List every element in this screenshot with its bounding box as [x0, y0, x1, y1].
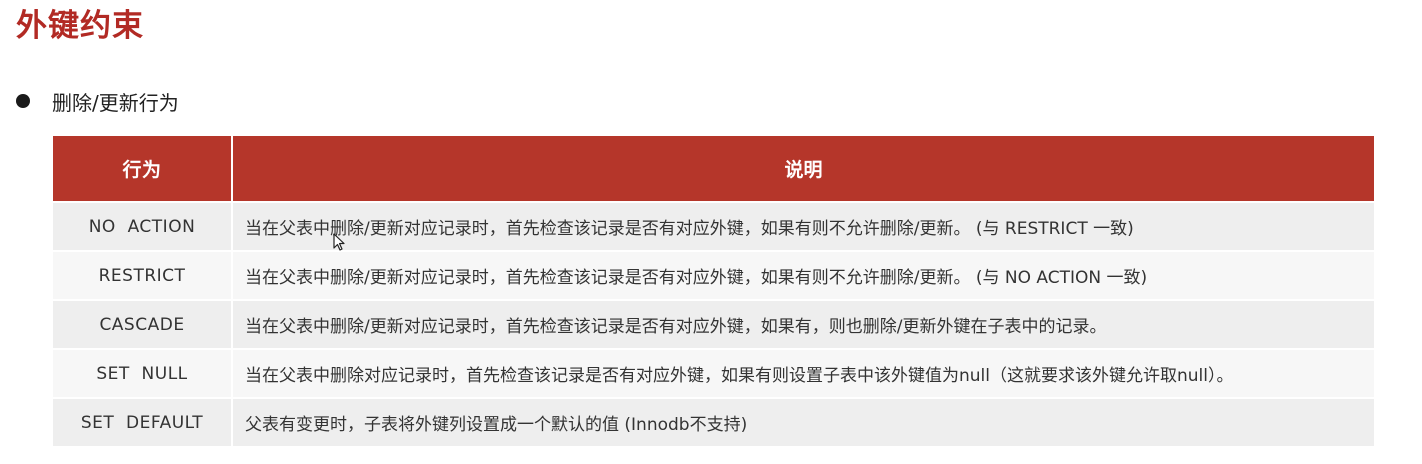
- bullet-item: 删除/更新行为: [16, 86, 179, 116]
- table-row: RESTRICT 当在父表中删除/更新对应记录时，首先检查该记录是否有对应外键，…: [53, 250, 1374, 300]
- bullet-dot-icon: [16, 94, 30, 108]
- table-row: NO ACTION 当在父表中删除/更新对应记录时，首先检查该记录是否有对应外键…: [53, 201, 1374, 251]
- table-header: 行为 说明: [53, 136, 1374, 202]
- table-body: NO ACTION 当在父表中删除/更新对应记录时，首先检查该记录是否有对应外键…: [53, 201, 1374, 446]
- description-cell: 当在父表中删除/更新对应记录时，首先检查该记录是否有对应外键，如果有则不允许删除…: [232, 250, 1374, 300]
- table-row: CASCADE 当在父表中删除/更新对应记录时，首先检查该记录是否有对应外键，如…: [53, 299, 1374, 349]
- description-cell: 当在父表中删除/更新对应记录时，首先检查该记录是否有对应外键，如果有，则也删除/…: [232, 299, 1374, 349]
- bullet-text: 删除/更新行为: [52, 90, 179, 115]
- mouse-pointer-icon: [333, 233, 345, 251]
- page-title: 外键约束: [16, 8, 144, 44]
- foreign-key-behavior-table: 行为 说明 NO ACTION 当在父表中删除/更新对应记录时，首先检查该记录是…: [53, 136, 1374, 446]
- column-header-description: 说明: [232, 136, 1374, 202]
- action-cell: CASCADE: [53, 299, 233, 349]
- action-cell: RESTRICT: [53, 250, 233, 300]
- action-cell: SET DEFAULT: [53, 397, 233, 446]
- description-cell: 当在父表中删除对应记录时，首先检查该记录是否有对应外键，如果有则设置子表中该外键…: [232, 348, 1374, 398]
- action-cell: NO ACTION: [53, 201, 233, 251]
- table-row: SET DEFAULT 父表有变更时，子表将外键列设置成一个默认的值 (Inno…: [53, 397, 1374, 446]
- table-row: SET NULL 当在父表中删除对应记录时，首先检查该记录是否有对应外键，如果有…: [53, 348, 1374, 398]
- table-header-row: 行为 说明: [53, 136, 1374, 202]
- description-cell: 父表有变更时，子表将外键列设置成一个默认的值 (Innodb不支持): [232, 397, 1374, 446]
- action-cell: SET NULL: [53, 348, 233, 398]
- description-cell: 当在父表中删除/更新对应记录时，首先检查该记录是否有对应外键，如果有则不允许删除…: [232, 201, 1374, 251]
- column-header-action: 行为: [53, 136, 233, 202]
